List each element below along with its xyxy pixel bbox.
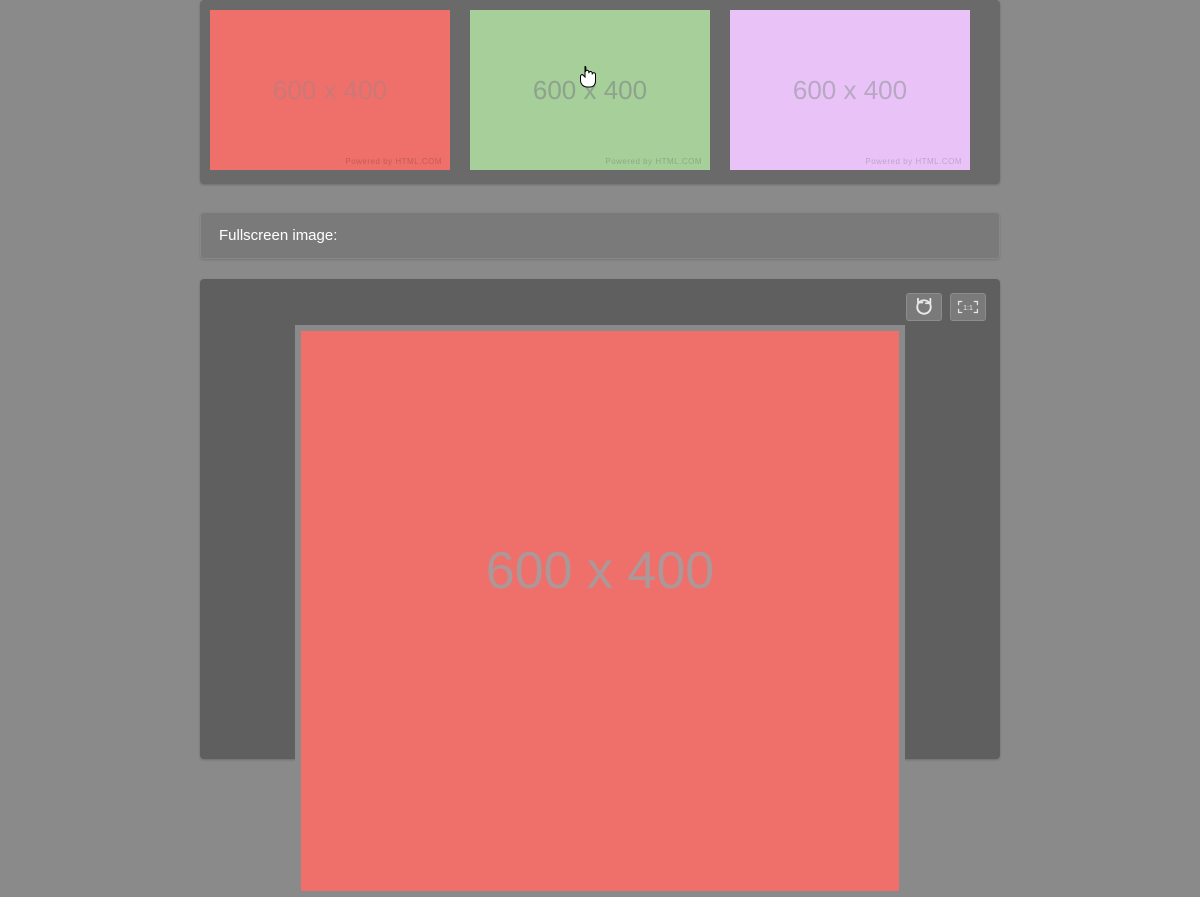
thumbnail-3[interactable]: 600 x 400 Powered by HTML.COM (730, 10, 970, 170)
thumbnail-label: 600 x 400 (533, 75, 647, 106)
actual-size-icon: 1:1 (957, 299, 979, 315)
svg-text:1:1: 1:1 (963, 305, 973, 312)
thumbnail-watermark: Powered by HTML.COM (605, 157, 702, 166)
thumbnail-label: 600 x 400 (793, 75, 907, 106)
thumbnail-1[interactable]: 600 x 400 Powered by HTML.COM (210, 10, 450, 170)
thumbnail-2[interactable]: 600 x 400 Powered by HTML.COM (470, 10, 710, 170)
viewer-stage[interactable]: 600 x 400 (295, 325, 905, 897)
viewer-toolbar: 1:1 (906, 293, 986, 321)
thumbnail-watermark: Powered by HTML.COM (345, 157, 442, 166)
fullscreen-section-heading: Fullscreen image: (200, 212, 1000, 259)
actual-size-button[interactable]: 1:1 (950, 293, 986, 321)
section-heading-text: Fullscreen image: (219, 227, 337, 244)
thumbnail-label: 600 x 400 (273, 75, 387, 106)
main-image: 600 x 400 (301, 331, 899, 891)
rotate-button[interactable] (906, 293, 942, 321)
rotate-icon (915, 298, 933, 316)
thumbnail-watermark: Powered by HTML.COM (865, 157, 962, 166)
thumbnail-gallery: 600 x 400 Powered by HTML.COM 600 x 400 … (200, 0, 1000, 184)
main-image-label: 600 x 400 (486, 541, 714, 601)
image-viewer: 1:1 600 x 400 (200, 279, 1000, 759)
